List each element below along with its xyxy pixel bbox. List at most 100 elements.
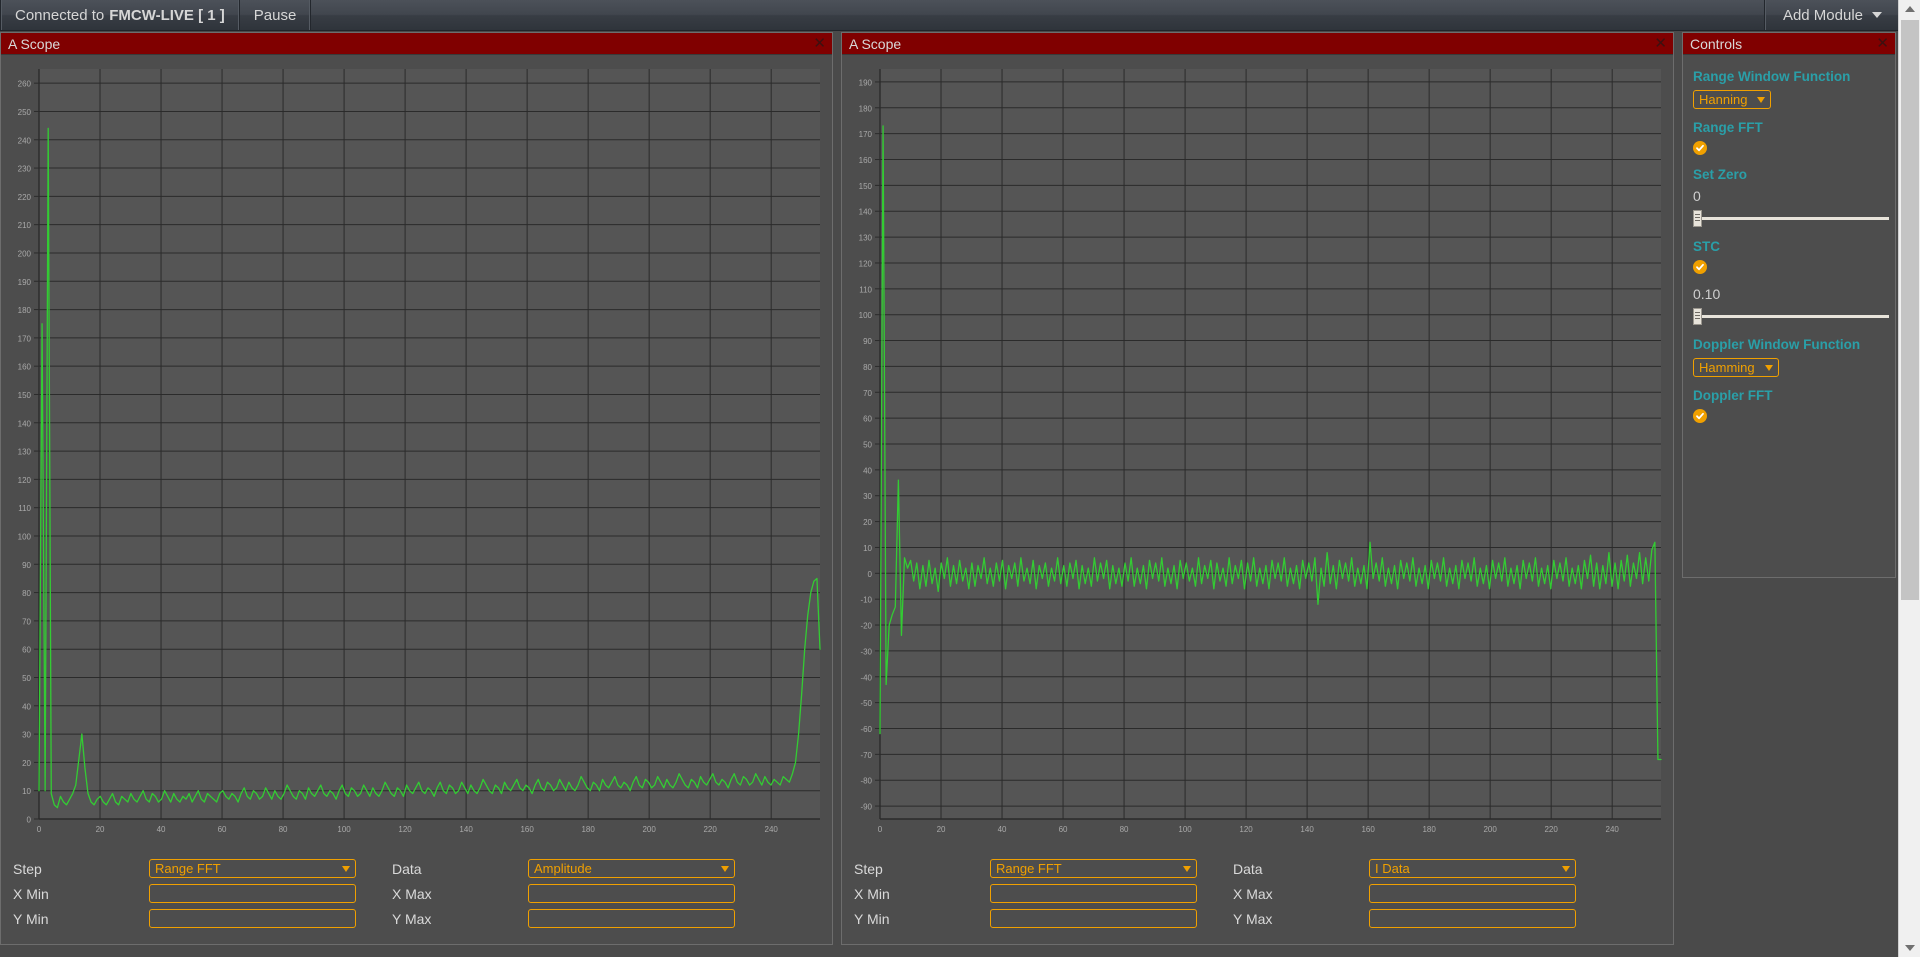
range-fft-checkbox[interactable] bbox=[1693, 141, 1707, 155]
scope-left-data-select[interactable]: Amplitude bbox=[528, 859, 735, 878]
set-zero-slider[interactable] bbox=[1693, 209, 1889, 227]
svg-text:-90: -90 bbox=[860, 803, 872, 812]
svg-text:60: 60 bbox=[863, 415, 872, 424]
application-window: Connected to FMCW-LIVE [ 1 ] Pause Add M… bbox=[0, 0, 1920, 957]
scope-right-xmax-label: X Max bbox=[1233, 885, 1273, 902]
svg-text:110: 110 bbox=[18, 504, 31, 513]
svg-text:240: 240 bbox=[1606, 825, 1620, 834]
scope-right-xmin-label: X Min bbox=[854, 885, 890, 902]
svg-text:120: 120 bbox=[859, 259, 873, 268]
scope-right-data-value: I Data bbox=[1375, 861, 1410, 876]
scope-right-body: -90 -80 -70 -60 -50 -40 -30 -20 -10 0 10 20 30 40 50 60… bbox=[842, 55, 1673, 944]
svg-text:180: 180 bbox=[1422, 825, 1436, 834]
scope-left-title: A Scope bbox=[8, 35, 61, 52]
svg-text:-70: -70 bbox=[860, 751, 872, 760]
scope-right-data-select[interactable]: I Data bbox=[1369, 859, 1576, 878]
svg-text:-30: -30 bbox=[860, 647, 872, 656]
svg-text:190: 190 bbox=[18, 278, 32, 287]
scope-left-data-value: Amplitude bbox=[534, 861, 592, 876]
svg-text:40: 40 bbox=[863, 466, 872, 475]
set-zero-value: 0 bbox=[1693, 188, 1701, 204]
doppler-window-function-select[interactable]: Hamming bbox=[1693, 358, 1779, 377]
connection-status[interactable]: Connected to FMCW-LIVE [ 1 ] bbox=[0, 0, 240, 30]
svg-text:140: 140 bbox=[18, 419, 32, 428]
scope-right-data-label: Data bbox=[1233, 860, 1263, 877]
svg-text:110: 110 bbox=[859, 285, 872, 294]
scope-right-title: A Scope bbox=[849, 35, 902, 52]
scope-left-xmax-label: X Max bbox=[392, 885, 432, 902]
close-icon[interactable]: ✕ bbox=[1654, 36, 1667, 51]
vertical-scrollbar[interactable] bbox=[1898, 0, 1920, 957]
scope-right-row-step: Step Range FFT Data I Data bbox=[854, 856, 1661, 881]
scope-right-step-select[interactable]: Range FFT bbox=[990, 859, 1197, 878]
scope-left-step-select[interactable]: Range FFT bbox=[149, 859, 356, 878]
svg-text:20: 20 bbox=[96, 825, 105, 834]
doppler-fft-label: Doppler FFT bbox=[1693, 388, 1773, 403]
scope-left-ymin-input[interactable] bbox=[149, 909, 356, 928]
scope-right-chart[interactable]: -90 -80 -70 -60 -50 -40 -30 -20 -10 0 10 20 30 40 50 60… bbox=[842, 55, 1673, 845]
controls-titlebar[interactable]: Controls ✕ bbox=[1683, 33, 1895, 55]
scope-panel-left: A Scope ✕ 0 10 20 30 40 50 60 70 80 90 100 110 120 13… bbox=[0, 32, 833, 945]
set-zero-label: Set Zero bbox=[1693, 167, 1748, 182]
scope-left-ymax-input[interactable] bbox=[528, 909, 735, 928]
svg-text:80: 80 bbox=[863, 363, 872, 372]
scope-right-row-x: X Min X Max bbox=[854, 881, 1661, 906]
scope-right-ymin-input[interactable] bbox=[990, 909, 1197, 928]
scope-right-plot[interactable]: -90 -80 -70 -60 -50 -40 -30 -20 -10 0 10 20 30 40 50 60… bbox=[842, 55, 1673, 845]
stc-checkbox[interactable] bbox=[1693, 260, 1707, 274]
scroll-up-button[interactable] bbox=[1899, 0, 1920, 18]
svg-text:10: 10 bbox=[22, 787, 31, 796]
svg-text:120: 120 bbox=[1239, 825, 1253, 834]
pause-button[interactable]: Pause bbox=[240, 0, 312, 30]
scope-right-step-label: Step bbox=[854, 860, 883, 877]
chevron-down-icon bbox=[342, 865, 350, 872]
range-window-function-select[interactable]: Hanning bbox=[1693, 90, 1772, 109]
svg-text:170: 170 bbox=[859, 130, 873, 139]
scope-right-titlebar[interactable]: A Scope ✕ bbox=[842, 33, 1673, 55]
add-module-button[interactable]: Add Module bbox=[1763, 0, 1898, 30]
scope-right-ymax-input[interactable] bbox=[1369, 909, 1576, 928]
scrollbar-thumb[interactable] bbox=[1901, 20, 1919, 600]
svg-text:40: 40 bbox=[157, 825, 166, 834]
scope-right-xmax-input[interactable] bbox=[1369, 884, 1576, 903]
set-zero-slider-thumb[interactable] bbox=[1693, 210, 1702, 227]
scope-left-titlebar[interactable]: A Scope ✕ bbox=[1, 33, 832, 55]
svg-text:-50: -50 bbox=[860, 699, 872, 708]
svg-text:240: 240 bbox=[18, 136, 32, 145]
scope-left-xmin-input[interactable] bbox=[149, 884, 356, 903]
scope-left-step-label: Step bbox=[13, 860, 42, 877]
scope-left-row-y: Y Min Y Max bbox=[13, 906, 820, 931]
scope-left-row-step: Step Range FFT Data Amplitude bbox=[13, 856, 820, 881]
scope-left-xmax-input[interactable] bbox=[528, 884, 735, 903]
doppler-fft-checkbox[interactable] bbox=[1693, 409, 1707, 423]
svg-text:80: 80 bbox=[279, 825, 288, 834]
scope-right-xmin-input[interactable] bbox=[990, 884, 1197, 903]
close-icon[interactable]: ✕ bbox=[813, 36, 826, 51]
svg-text:20: 20 bbox=[937, 825, 946, 834]
svg-text:0: 0 bbox=[37, 825, 42, 834]
svg-text:-20: -20 bbox=[860, 622, 872, 631]
scroll-down-button[interactable] bbox=[1899, 939, 1920, 957]
check-icon bbox=[1696, 412, 1704, 420]
svg-text:250: 250 bbox=[18, 108, 32, 117]
scope-left-chart[interactable]: 0 10 20 30 40 50 60 70 80 90 100 110 120 130 140 150 160… bbox=[1, 55, 832, 845]
stc-slider[interactable] bbox=[1693, 307, 1889, 325]
svg-text:-10: -10 bbox=[860, 596, 872, 605]
close-icon[interactable]: ✕ bbox=[1876, 36, 1889, 51]
svg-text:220: 220 bbox=[703, 825, 717, 834]
svg-text:60: 60 bbox=[22, 646, 31, 655]
svg-text:220: 220 bbox=[1544, 825, 1558, 834]
chevron-down-icon bbox=[1562, 865, 1570, 872]
stc-slider-thumb[interactable] bbox=[1693, 308, 1702, 325]
controls-panel: Controls ✕ Range Window Function Hanning… bbox=[1682, 32, 1896, 578]
range-window-function-value: Hanning bbox=[1699, 92, 1748, 107]
scope-left-plot[interactable]: 0 10 20 30 40 50 60 70 80 90 100 110 120 130 140 150 160… bbox=[1, 55, 832, 845]
svg-text:190: 190 bbox=[859, 78, 873, 87]
svg-text:-80: -80 bbox=[860, 777, 872, 786]
scope-right-row-y: Y Min Y Max bbox=[854, 906, 1661, 931]
scope-left-form: Step Range FFT Data Amplitude X Min X Ma… bbox=[1, 850, 832, 931]
set-zero-slider-track bbox=[1696, 217, 1889, 220]
svg-text:200: 200 bbox=[1483, 825, 1497, 834]
scope-right-ymax-label: Y Max bbox=[1233, 910, 1273, 927]
svg-text:180: 180 bbox=[859, 104, 873, 113]
